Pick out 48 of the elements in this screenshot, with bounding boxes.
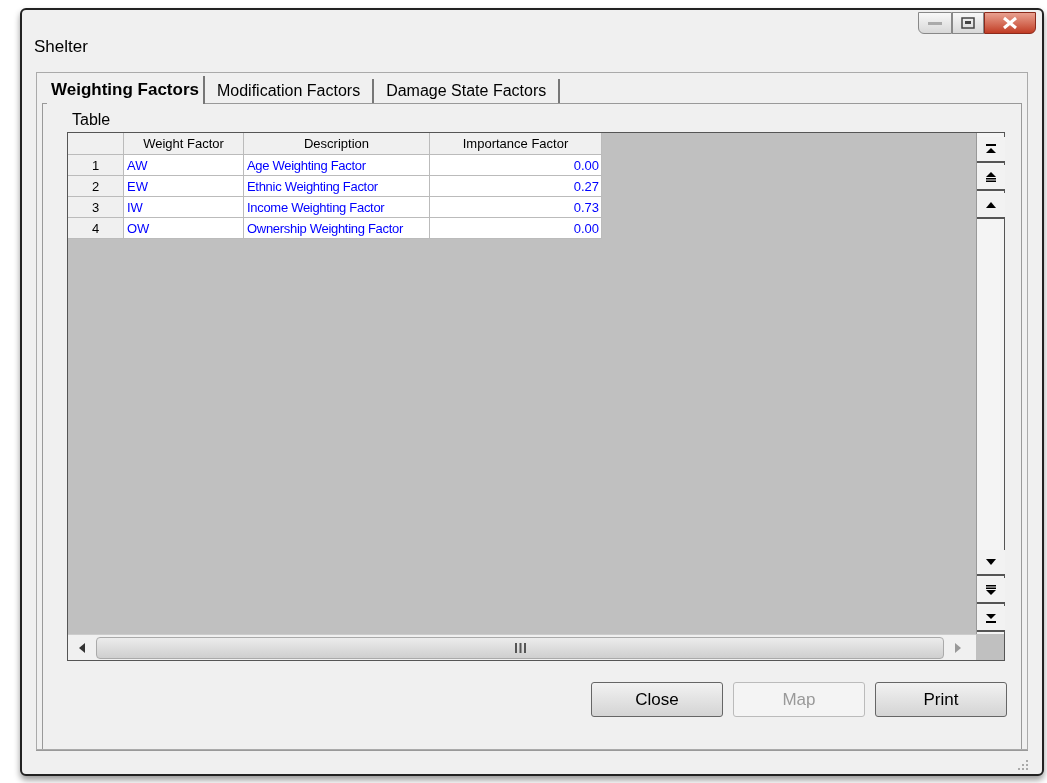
page-down-icon — [986, 585, 996, 595]
table-cell: Income Weighting Factor — [244, 197, 430, 218]
grip-icon — [514, 642, 526, 653]
horizontal-scrollbar[interactable] — [68, 634, 976, 660]
table-cell: IW — [124, 197, 244, 218]
column-header[interactable]: Weight Factor — [124, 133, 244, 155]
row-header: 1 — [68, 155, 124, 176]
scroll-to-top-icon — [986, 144, 996, 154]
table-cell: 0.73 — [430, 197, 602, 218]
window-title: Shelter — [34, 36, 88, 58]
column-header[interactable]: Description — [244, 133, 430, 155]
scroll-left-icon — [79, 642, 85, 653]
column-header[interactable]: Importance Factor — [430, 133, 602, 155]
scroll-up-icon — [986, 202, 996, 208]
scroll-up-button[interactable] — [977, 193, 1005, 219]
table-cell: Age Weighting Factor — [244, 155, 430, 176]
close-window-button[interactable] — [984, 12, 1036, 34]
maximize-icon — [961, 17, 975, 29]
tab[interactable]: Damage State Factors — [374, 79, 561, 103]
scroll-to-bottom-icon — [986, 613, 996, 623]
table-cell: 0.00 — [430, 218, 602, 239]
scroll-down-icon — [986, 559, 996, 565]
table-cell: OW — [124, 218, 244, 239]
minimize-icon — [928, 21, 942, 25]
dialog-button[interactable]: Close — [591, 682, 723, 717]
close-icon — [1002, 16, 1018, 30]
maximize-button[interactable] — [952, 12, 984, 34]
page-down-button[interactable] — [977, 578, 1005, 604]
scroll-to-bottom-button[interactable] — [977, 606, 1005, 632]
table-cell: 0.27 — [430, 176, 602, 197]
dialog-button[interactable]: Print — [875, 682, 1007, 717]
vertical-scrollbar[interactable] — [976, 133, 1004, 634]
group-label: Table — [72, 110, 112, 130]
page-up-button[interactable] — [977, 165, 1005, 191]
table-cell: EW — [124, 176, 244, 197]
row-header: 3 — [68, 197, 124, 218]
row-header: 4 — [68, 218, 124, 239]
table-cell: AW — [124, 155, 244, 176]
table-cell: Ownership Weighting Factor — [244, 218, 430, 239]
scroll-right-icon — [955, 642, 961, 653]
scrollbar-thumb[interactable] — [96, 636, 944, 659]
resize-grip-icon[interactable] — [1018, 760, 1028, 770]
tab[interactable]: Modification Factors — [205, 79, 375, 103]
row-header: 2 — [68, 176, 124, 197]
page-up-icon — [986, 172, 996, 182]
table-cell: Ethnic Weighting Factor — [244, 176, 430, 197]
table-cell: 0.00 — [430, 155, 602, 176]
tab[interactable]: Weighting Factors — [47, 76, 205, 104]
